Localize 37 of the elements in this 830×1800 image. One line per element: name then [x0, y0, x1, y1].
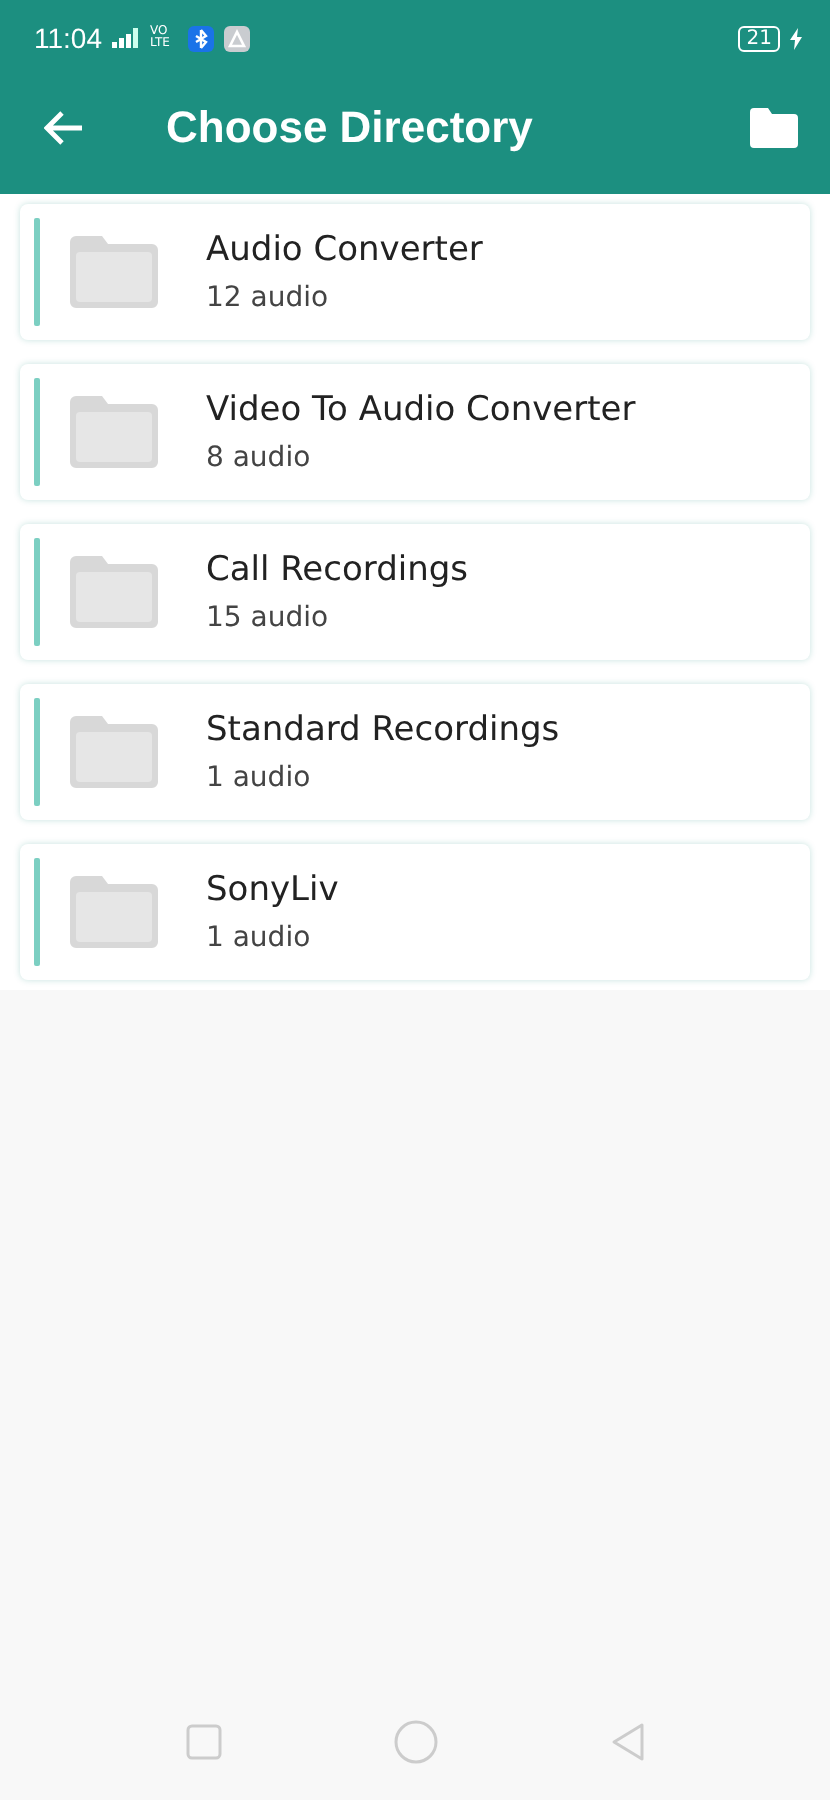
folder-name: SonyLiv [206, 870, 339, 910]
accent-bar [34, 698, 40, 806]
charging-icon [790, 27, 802, 49]
accent-bar [34, 538, 40, 646]
back-arrow-icon[interactable] [44, 109, 84, 145]
audio-count: 1 audio [206, 762, 313, 794]
folder-icon [70, 236, 158, 308]
app-icon [224, 25, 250, 51]
folder-name: Standard Recordings [206, 710, 560, 750]
folder-card[interactable]: Audio Converter 12 audio [20, 204, 810, 340]
bluetooth-icon [188, 25, 214, 51]
status-time: 11:04 [34, 22, 102, 54]
folder-name: Audio Converter [206, 230, 483, 270]
folder-card[interactable]: SonyLiv 1 audio [20, 844, 810, 980]
folder-icon [70, 876, 158, 948]
accent-bar [34, 378, 40, 486]
folder-name: Video To Audio Converter [206, 390, 636, 430]
folder-card[interactable]: Standard Recordings 1 audio [20, 684, 810, 820]
audio-count: 12 audio [206, 282, 331, 314]
folder-card[interactable]: Video To Audio Converter 8 audio [20, 364, 810, 500]
folder-icon [70, 556, 158, 628]
audio-count: 15 audio [206, 602, 331, 634]
audio-count: 1 audio [206, 922, 313, 954]
back-icon[interactable] [609, 1722, 645, 1762]
folder-name: Call Recordings [206, 550, 469, 590]
signal-icon [112, 28, 140, 48]
home-icon[interactable] [393, 1720, 437, 1764]
folder-icon [70, 396, 158, 468]
audio-count: 8 audio [206, 442, 313, 474]
recent-apps-icon[interactable] [185, 1724, 221, 1760]
accent-bar [34, 858, 40, 966]
folder-card[interactable]: Call Recordings 15 audio [20, 524, 810, 660]
screen-title: Choose Directory [166, 101, 535, 153]
folder-icon[interactable] [750, 107, 798, 147]
folder-icon [70, 716, 158, 788]
accent-bar [34, 218, 40, 326]
battery-level: 21 [738, 25, 780, 51]
